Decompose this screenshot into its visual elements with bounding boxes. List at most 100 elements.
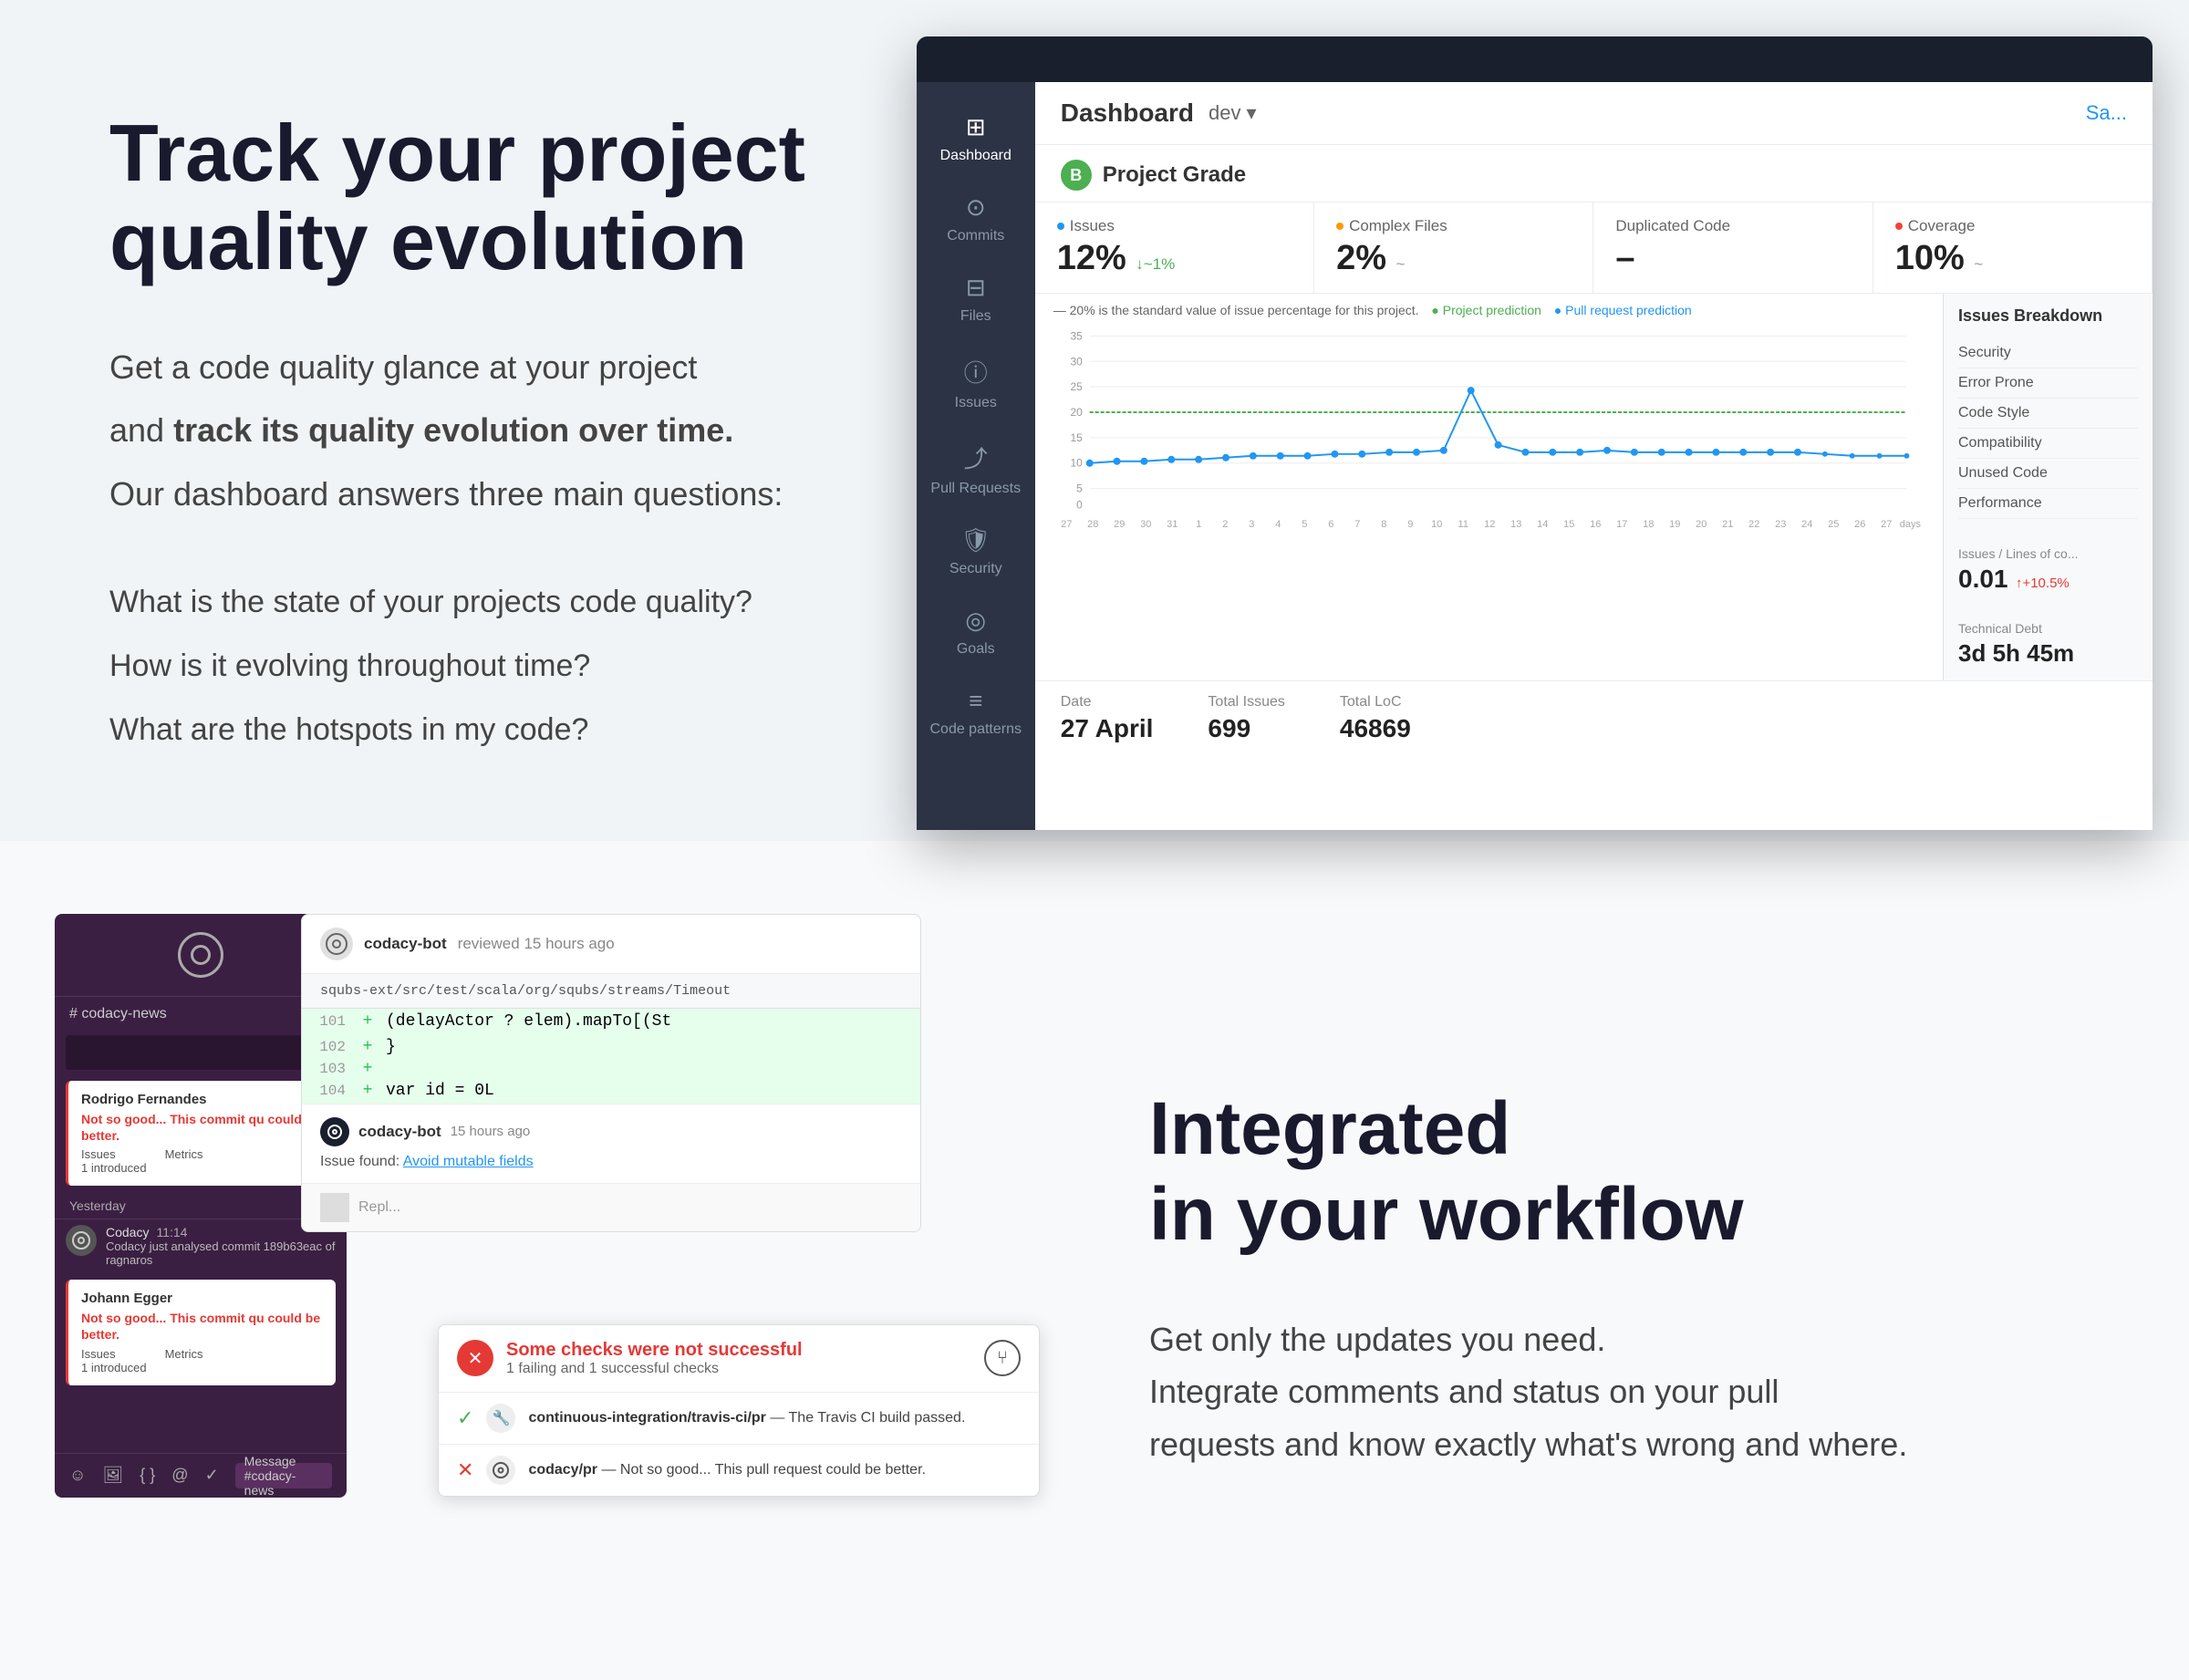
questions-section: What is the state of your projects code …: [109, 576, 825, 767]
x-label: 14: [1530, 519, 1556, 530]
tech-debt-label: Technical Debt: [1958, 621, 2138, 636]
x-label: 31: [1159, 519, 1186, 530]
commit-user-2: Johann Egger: [81, 1291, 323, 1306]
total-issues-value: 699: [1208, 714, 1284, 743]
check-fail-icon: ✕: [457, 1458, 473, 1482]
dashboard-title: Dashboard: [1061, 99, 1194, 128]
chart-legend: — 20% is the standard value of issue per…: [1053, 303, 1419, 317]
at-icon[interactable]: @: [171, 1466, 188, 1485]
dashboard-main-header: Dashboard dev ▾ Sa...: [1035, 82, 2153, 145]
code-line-104: 104 + var id = 0L: [302, 1078, 920, 1104]
breakdown-error-prone[interactable]: Error Prone: [1958, 368, 2138, 399]
sidebar-item-commits[interactable]: ⊙ Commits: [917, 181, 1035, 257]
grade-badge: B: [1061, 160, 1092, 191]
codacy-service-icon: [486, 1456, 515, 1485]
sidebar-item-dashboard[interactable]: ⊞ Dashboard: [917, 100, 1035, 177]
x-label: 15: [1556, 519, 1582, 530]
question-2: How is it evolving throughout time?: [109, 640, 825, 693]
message-input[interactable]: Message #codacy-news: [235, 1463, 332, 1488]
chart-legend3: ● Pull request prediction: [1554, 303, 1692, 317]
issues-loc-value: 0.01: [1958, 565, 2008, 593]
svg-text:25: 25: [1070, 380, 1083, 393]
question-3: What are the hotspots in my code?: [109, 704, 825, 757]
left-text-panel: Track your project quality evolution Get…: [0, 0, 917, 841]
svg-text:35: 35: [1070, 329, 1083, 342]
chart-container: — 20% is the standard value of issue per…: [1035, 294, 2153, 680]
x-label: 7: [1344, 519, 1371, 530]
x-label: 6: [1318, 519, 1344, 530]
image-icon[interactable]: 🖼: [102, 1466, 123, 1485]
x-label: 11: [1450, 519, 1477, 530]
main-heading: Track your project quality evolution: [109, 109, 825, 286]
git-merge-icon: ⑂: [984, 1340, 1021, 1376]
pr-comment-section: codacy-bot 15 hours ago Issue found: Avo…: [302, 1104, 920, 1183]
codacy-bot-small-icon: [320, 1117, 349, 1146]
branch-badge[interactable]: dev ▾: [1209, 101, 1257, 125]
total-loc-label: Total LoC: [1340, 694, 1411, 710]
x-label: 1: [1186, 519, 1212, 530]
codacy-logo: [178, 932, 223, 978]
sidebar-label-commits: Commits: [947, 227, 1004, 244]
metric-issues: Issues 12% ↓~1%: [1035, 202, 1314, 293]
issue-link[interactable]: Avoid mutable fields: [403, 1154, 534, 1169]
code-block: 101 + (delayActor ? elem).mapTo[(St 102 …: [302, 1009, 920, 1104]
breakdown-compatibility[interactable]: Compatibility: [1958, 429, 2138, 459]
travis-icon: 🔧: [486, 1404, 515, 1433]
pr-bot-name: codacy-bot: [364, 935, 447, 953]
x-label: 8: [1371, 519, 1397, 530]
check-item-travis: ✓ 🔧 continuous-integration/travis-ci/pr …: [439, 1392, 1039, 1444]
metric-duplicated-value: –: [1615, 239, 1850, 278]
breakdown-security[interactable]: Security: [1958, 338, 2138, 368]
metric-complex-label: Complex Files: [1336, 217, 1571, 235]
workflow-heading: Integrated in your workflow: [1149, 1086, 2098, 1259]
breakdown-performance[interactable]: Performance: [1958, 489, 2138, 519]
slack-toolbar: ☺ 🖼 { } @ ✓ Message #codacy-news: [55, 1453, 347, 1498]
sidebar-item-code-patterns[interactable]: ≡ Code patterns: [917, 674, 1035, 751]
save-link[interactable]: Sa...: [2086, 101, 2127, 125]
dashboard-panel: ⊞ Dashboard ⊙ Commits ⊟ Files ⓘ Issues: [917, 0, 2189, 841]
reply-area: Repl...: [320, 1193, 902, 1222]
bottom-right-panel: Integrated in your workflow Get only the…: [1094, 841, 2189, 1680]
pull-requests-icon: ⤴: [964, 441, 988, 474]
metric-coverage-label: Coverage: [1895, 217, 2130, 235]
check-icon[interactable]: ✓: [205, 1466, 219, 1485]
goals-icon: ◎: [965, 607, 986, 635]
x-label: 25: [1821, 519, 1847, 530]
sidebar-item-security[interactable]: 🛡 Security: [917, 513, 1035, 590]
codacy-bot-avatar: [320, 928, 353, 960]
x-label: 29: [1106, 519, 1133, 530]
codacy-notification-icon: [66, 1225, 97, 1256]
checks-subtitle: 1 failing and 1 successful checks: [506, 1361, 803, 1377]
x-label: 17: [1609, 519, 1635, 530]
commit-meta-2: Issues1 introduced Metrics: [81, 1347, 323, 1374]
sidebar-item-pull-requests[interactable]: ⤴ Pull Requests: [917, 428, 1035, 510]
code-icon[interactable]: { }: [140, 1466, 155, 1485]
x-label: 12: [1477, 519, 1503, 530]
commit-user-1: Rodrigo Fernandes: [81, 1092, 323, 1107]
chart-main: — 20% is the standard value of issue per…: [1035, 294, 1943, 680]
dashboard-content: ⊞ Dashboard ⊙ Commits ⊟ Files ⓘ Issues: [917, 82, 2153, 830]
reply-avatar: [320, 1193, 349, 1222]
breakdown-code-style[interactable]: Code Style: [1958, 399, 2138, 429]
sidebar-label-pr: Pull Requests: [930, 480, 1021, 497]
workflow-card-outer: # codacy-news Rodrigo Fernandes Not so g…: [55, 914, 1040, 1607]
project-grade-title: Project Grade: [1103, 162, 1246, 188]
issues-dot: [1057, 223, 1064, 230]
x-label: 30: [1133, 519, 1159, 530]
commit-card-2: Johann Egger Not so good... This commit …: [66, 1280, 336, 1384]
breakdown-unused-code[interactable]: Unused Code: [1958, 459, 2138, 489]
top-section: Track your project quality evolution Get…: [0, 0, 2189, 841]
issues-icon: ⓘ: [964, 355, 988, 389]
sidebar-label-goals: Goals: [957, 640, 995, 658]
x-label: 26: [1847, 519, 1873, 530]
sidebar-item-files[interactable]: ⊟ Files: [917, 261, 1035, 337]
pr-review-time: reviewed 15 hours ago: [458, 935, 615, 953]
sidebar-item-issues[interactable]: ⓘ Issues: [917, 342, 1035, 424]
x-label-days: days: [1900, 519, 1924, 530]
chart-legend2: ● Project prediction: [1431, 303, 1541, 317]
pr-review-panel: codacy-bot reviewed 15 hours ago squbs-e…: [301, 914, 921, 1232]
emoji-icon[interactable]: ☺: [69, 1466, 86, 1485]
sidebar-item-goals[interactable]: ◎ Goals: [917, 594, 1035, 670]
date-cell: Date 27 April: [1061, 694, 1154, 743]
code-patterns-icon: ≡: [969, 687, 982, 715]
